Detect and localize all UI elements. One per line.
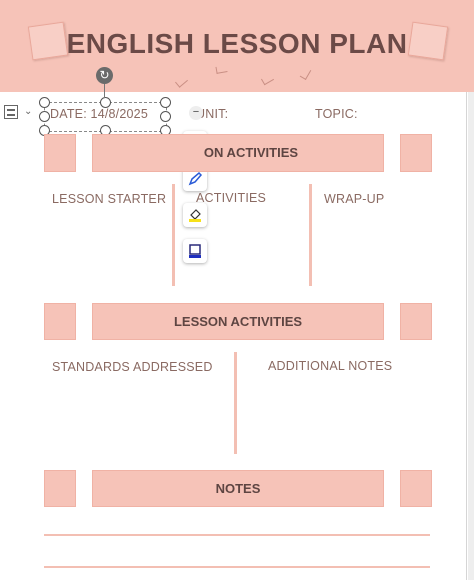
side-block bbox=[400, 134, 432, 172]
resize-handle[interactable] bbox=[160, 111, 171, 122]
section-header-label: ON ACTIVITIES bbox=[203, 145, 299, 160]
wrap-up-label[interactable]: WRAP-UP bbox=[324, 192, 384, 206]
resize-handle[interactable] bbox=[160, 97, 171, 108]
additional-notes-label[interactable]: ADDITIONAL NOTES bbox=[268, 359, 392, 373]
close-icon[interactable]: − bbox=[189, 106, 203, 120]
resize-handle[interactable] bbox=[39, 111, 50, 122]
border-color-icon[interactable] bbox=[183, 239, 207, 263]
resize-handle[interactable] bbox=[100, 97, 111, 108]
section-header-lesson-activities-2[interactable]: LESSON ACTIVITIES bbox=[92, 303, 384, 340]
section-header-notes[interactable]: NOTES bbox=[92, 470, 384, 507]
activities-label[interactable]: ACTIVITIES bbox=[196, 191, 266, 205]
standards-addressed-label[interactable]: STANDARDS ADDRESSED bbox=[52, 360, 213, 374]
rotate-icon[interactable]: ↻ bbox=[96, 67, 113, 84]
note-line bbox=[44, 566, 430, 568]
chevron-down-icon[interactable]: ⌄ bbox=[24, 106, 32, 117]
column-divider bbox=[234, 352, 237, 454]
page-title[interactable]: ENGLISH LESSON PLAN bbox=[0, 28, 474, 60]
layout-options-icon[interactable] bbox=[4, 105, 18, 119]
resize-handle[interactable] bbox=[39, 97, 50, 108]
page-edge bbox=[468, 92, 474, 580]
side-block bbox=[44, 470, 76, 507]
column-divider bbox=[172, 184, 175, 286]
lesson-starter-label[interactable]: LESSON STARTER bbox=[52, 192, 166, 206]
side-block bbox=[44, 303, 76, 340]
column-divider bbox=[309, 184, 312, 286]
fill-color-icon[interactable] bbox=[183, 203, 207, 227]
page-edge-line bbox=[466, 92, 467, 580]
section-header-lesson-activities[interactable]: ON ACTIVITIES bbox=[92, 134, 384, 172]
topic-field[interactable]: TOPIC: bbox=[315, 107, 358, 121]
rotate-stem bbox=[104, 82, 105, 98]
side-block bbox=[44, 134, 76, 172]
side-block bbox=[400, 303, 432, 340]
note-line bbox=[44, 534, 430, 536]
side-block bbox=[400, 470, 432, 507]
